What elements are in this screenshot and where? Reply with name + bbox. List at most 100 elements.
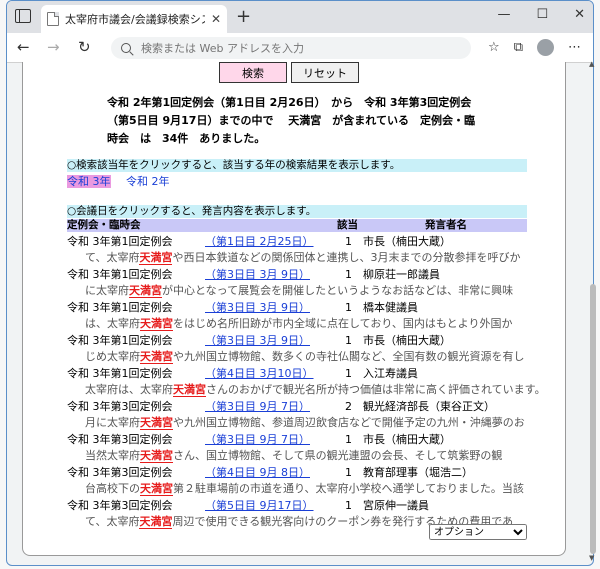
result-date-link[interactable]: （第5日目 9月17日） xyxy=(205,498,314,514)
excerpt-after: が中心となって展覧会を開催したというようなお話などは、非常に興味 xyxy=(162,284,514,297)
keyword-highlight: 天満宮 xyxy=(140,482,173,496)
close-icon[interactable]: ✕ xyxy=(574,7,585,22)
result-session: 令和 3年第3回定例会 xyxy=(67,400,173,413)
result-session: 令和 3年第3回定例会 xyxy=(67,433,173,446)
favorite-star-icon[interactable]: ☆ xyxy=(488,40,500,55)
back-arrow-icon[interactable]: ← xyxy=(17,38,30,56)
header-speaker: 発言者名 xyxy=(425,219,467,231)
result-session: 令和 3年第3回定例会 xyxy=(67,466,173,479)
page-scrollbar[interactable]: ▲ ▼ xyxy=(589,60,596,562)
result-date-link[interactable]: （第3日目 9月 7日） xyxy=(205,432,310,448)
result-speaker: 観光経済部長（東谷正文） xyxy=(363,400,495,413)
excerpt-after: 第２駐車場前の市道を通り、太宰府小学校へ通学しておりました。当該 xyxy=(173,482,524,495)
address-bar[interactable] xyxy=(111,37,471,59)
tab-actions-icon[interactable] xyxy=(15,9,31,23)
option-select[interactable]: オプション xyxy=(429,524,527,540)
keyword-highlight: 天満宮 xyxy=(140,317,173,331)
result-date-link[interactable]: （第4日目 9月 8日） xyxy=(205,465,310,481)
result-excerpt: に太宰府天満宮が中心となって展覧会を開催したというようなお話などは、非常に興味 xyxy=(85,283,539,299)
summary-line: 令和 2年第1回定例会（第1日目 2月26日） から 令和 3年第3回定例会 xyxy=(107,96,472,109)
reload-icon[interactable]: ↻ xyxy=(78,38,91,56)
date-instruction-bar: ○会議日をクリックすると、発言内容を表示します。 xyxy=(67,205,527,218)
window-controls: — ☐ ✕ xyxy=(497,7,585,22)
browser-tab[interactable]: 太宰府市議会/会議録検索システム ✕ xyxy=(41,5,227,33)
keyword-highlight: 天満宮 xyxy=(140,416,173,430)
result-session: 令和 3年第1回定例会 xyxy=(67,268,173,281)
year-link-reiwa-3[interactable]: 令和 3年 xyxy=(67,175,111,188)
result-count: 1 xyxy=(345,301,352,314)
excerpt-before: に太宰府 xyxy=(85,284,129,297)
tab-close-icon[interactable]: ✕ xyxy=(211,12,221,26)
result-count: 1 xyxy=(345,499,352,512)
result-session: 令和 3年第1回定例会 xyxy=(67,334,173,347)
keyword-highlight: 天満宮 xyxy=(129,284,162,298)
result-item: 令和 3年第3回定例会 （第4日目 9月 8日） 1 教育部理事（堀浩二） 台高校下の天… xyxy=(67,465,537,498)
result-date-link[interactable]: （第4日目 3月10日） xyxy=(205,366,314,382)
minimize-icon[interactable]: — xyxy=(497,7,510,22)
keyword-highlight: 天満宮 xyxy=(140,449,173,463)
search-button[interactable]: 検索 xyxy=(219,62,287,83)
result-session: 令和 3年第1回定例会 xyxy=(67,367,173,380)
excerpt-before: 当然太宰府 xyxy=(85,449,140,462)
result-speaker: 市長（楠田大蔵） xyxy=(363,235,451,248)
excerpt-after: さん、国立博物館、そして県の観光連盟の会長、そして筑紫野の観 xyxy=(173,449,503,462)
maximize-icon[interactable]: ☐ xyxy=(536,7,548,22)
header-count: 該当 xyxy=(337,219,358,231)
result-count: 1 xyxy=(345,334,352,347)
profile-avatar[interactable] xyxy=(537,39,554,56)
excerpt-before: は、太宰府 xyxy=(85,317,140,330)
results-header: 定例会・臨時会 該当 発言者名 xyxy=(67,219,527,232)
header-session: 定例会・臨時会 xyxy=(67,219,141,231)
result-speaker: 市長（楠田大蔵） xyxy=(363,433,451,446)
result-item: 令和 3年第1回定例会 （第4日目 3月10日） 1 入江寿議員 太宰府は、太宰府天満宮… xyxy=(67,366,539,399)
results-list: 令和 3年第1回定例会 （第1日目 2月25日） 1 市長（楠田大蔵） て、太宰府天満宮… xyxy=(67,234,539,531)
result-date-link[interactable]: （第3日目 3月 9日） xyxy=(205,333,310,349)
excerpt-before: 台高校下の xyxy=(85,482,140,495)
result-date-link[interactable]: （第3日目 3月 9日） xyxy=(205,300,310,316)
result-speaker: 市長（楠田大蔵） xyxy=(363,334,451,347)
result-session: 令和 3年第1回定例会 xyxy=(67,301,173,314)
reset-button[interactable]: リセット xyxy=(291,62,359,83)
excerpt-before: 月に太宰府 xyxy=(85,416,140,429)
tab-bar: 太宰府市議会/会議録検索システム ✕ + — ☐ ✕ xyxy=(7,1,593,33)
result-item: 令和 3年第1回定例会 （第1日目 2月25日） 1 市長（楠田大蔵） て、太宰府天満宮… xyxy=(67,234,537,267)
collections-icon[interactable]: ⧉ xyxy=(514,40,523,55)
result-session: 令和 3年第3回定例会 xyxy=(67,499,173,512)
result-date-link[interactable]: （第1日目 2月25日） xyxy=(205,234,314,250)
summary-line: 時会 は 34件 ありました。 xyxy=(107,132,266,145)
more-menu-icon[interactable]: ⋯ xyxy=(568,40,581,55)
keyword-highlight: 天満宮 xyxy=(173,383,206,397)
scroll-up-icon[interactable]: ▲ xyxy=(589,60,594,68)
scroll-down-icon[interactable]: ▼ xyxy=(589,554,594,562)
search-buttons: 検索 リセット xyxy=(219,62,359,83)
summary-line: （第5日目 9月17日）までの中で 天満宮 が含まれている 定例会・臨 xyxy=(107,114,475,127)
result-speaker: 柳原荘一郎議員 xyxy=(363,268,440,281)
result-excerpt: は、太宰府天満宮をはじめ名所旧跡が市内全域に点在しており、国内はもとより外国か xyxy=(85,316,539,332)
excerpt-after: をはじめ名所旧跡が市内全域に点在しており、国内はもとより外国か xyxy=(173,317,513,330)
result-item: 令和 3年第1回定例会 （第3日目 3月 9日） 1 橋本健議員 は、太宰府天満宮をはじ… xyxy=(67,300,537,333)
excerpt-after: や九州国立博物館、参道周辺飲食店などで開催予定の九州・沖縄夢のお xyxy=(173,416,525,429)
result-count: 1 xyxy=(345,466,352,479)
result-item: 令和 3年第3回定例会 （第3日目 9月 7日） 2 観光経済部長（東谷正文） 月に太宰… xyxy=(67,399,537,432)
forward-arrow-icon[interactable]: → xyxy=(47,38,60,56)
result-date-link[interactable]: （第3日目 3月 9日） xyxy=(205,267,310,283)
excerpt-before: 太宰府は、太宰府 xyxy=(85,383,173,396)
browser-toolbar: ← → ↻ ☆ ⧉ ⋯ xyxy=(7,33,593,63)
excerpt-after: や九州国立博物館、数多くの寺社仏閣など、全国有数の観光資源を有し xyxy=(173,350,525,363)
result-date-link[interactable]: （第3日目 9月 7日） xyxy=(205,399,310,415)
excerpt-after: さんのおかげで観光名所が持つ価値は非常に高く評価されています。 xyxy=(206,383,539,396)
scroll-thumb[interactable] xyxy=(590,284,596,554)
year-link-reiwa-2[interactable]: 令和 2年 xyxy=(126,175,170,188)
tab-title: 太宰府市議会/会議録検索システム xyxy=(65,13,205,26)
new-tab-icon[interactable]: + xyxy=(236,6,251,27)
page-icon xyxy=(47,12,59,26)
keyword-highlight: 天満宮 xyxy=(139,515,173,529)
search-icon xyxy=(121,43,131,53)
excerpt-before: て、太宰府 xyxy=(85,515,140,528)
toolbar-actions: ☆ ⧉ ⋯ xyxy=(488,39,581,56)
year-instruction-bar: ○検索該当年をクリックすると、該当する年の検索結果を表示します。 xyxy=(67,159,527,172)
result-count: 1 xyxy=(345,367,352,380)
address-input[interactable] xyxy=(139,40,439,56)
excerpt-before: じめ太宰府 xyxy=(85,350,140,363)
result-excerpt: 月に太宰府天満宮や九州国立博物館、参道周辺飲食店などで開催予定の九州・沖縄夢のお xyxy=(85,415,539,431)
